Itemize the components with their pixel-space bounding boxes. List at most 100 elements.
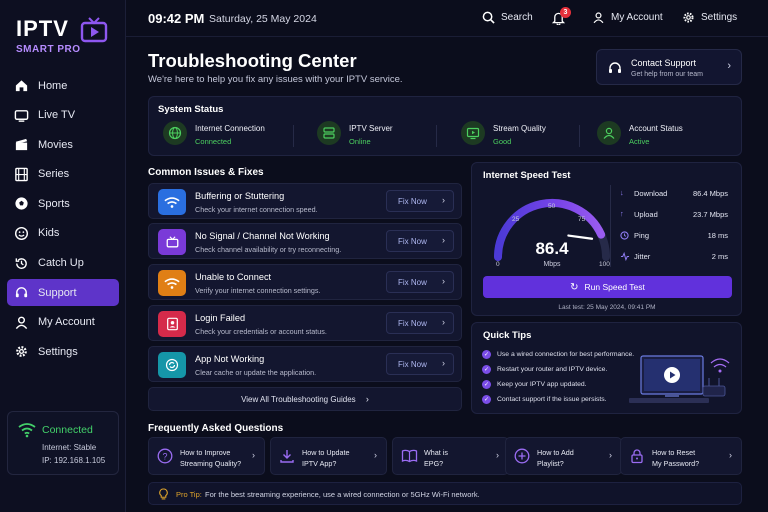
gear-icon [683,12,694,23]
speed-test-card: Internet Speed Test 0 25 50 75 100 86.4 … [471,162,742,316]
brand-logo[interactable]: IPTV SMART PRO [16,12,116,56]
brand-tagline: SMART PRO [16,44,81,55]
contact-support-button[interactable]: Contact Support Get help from our team › [596,49,742,85]
status-name: Account Status [629,124,683,133]
issue-unable-to-connect[interactable]: Unable to Connect Verify your internet c… [148,264,462,300]
view-all-guides-button[interactable]: View All Troubleshooting Guides › [148,387,462,411]
refresh-icon: ↻ [570,281,579,293]
contact-support-subtitle: Get help from our team [631,71,703,78]
fix-now-button[interactable]: Fix Now › [386,230,454,252]
quick-tips-card: Quick Tips ✓ Use a wired connection for b… [471,322,742,414]
faq-line: EPG? [424,459,444,468]
speed-gauge: 0 25 50 75 100 86.4 Mbps [494,198,610,268]
sidebar-item-label: Movies [38,138,73,151]
sidebar-nav: Home Live TV Movies Series Sports Kids C… [7,72,119,368]
faq-item-streaming-quality[interactable]: ? How to Improve Streaming Quality? › [148,437,265,475]
arrow-up-icon: ↑ [620,209,624,218]
faq-line: What is [424,448,448,457]
sidebar-item-live-tv[interactable]: Live TV [7,102,119,129]
faq-item-reset-password[interactable]: How to Reset My Password? › [620,437,742,475]
search-button[interactable]: Search [482,11,533,24]
issue-buffering[interactable]: Buffering or Stuttering Check your inter… [148,183,462,219]
pro-tip-text: For the best streaming experience, use a… [205,490,480,499]
chevron-right-icon: › [442,195,445,205]
fix-now-button[interactable]: Fix Now › [386,271,454,293]
gauge-tick-label: 25 [512,216,520,223]
divider [579,125,580,147]
check-icon: ✓ [482,365,491,374]
check-icon: ✓ [482,350,491,359]
faq-item-what-is-epg[interactable]: What is EPG? › [392,437,509,475]
metric-label: Ping [634,231,650,240]
fix-now-button[interactable]: Fix Now › [386,312,454,334]
connection-status-panel: Connected Internet: Stable IP: 192.168.1… [7,411,119,475]
chevron-right-icon: › [442,358,445,368]
status-value: Online [349,137,371,146]
metric-label: Upload [634,210,658,219]
sidebar-item-sports[interactable]: Sports [7,190,119,217]
sidebar: IPTV SMART PRO Home Live TV Movies Serie… [0,0,126,512]
tv-icon [14,109,29,122]
run-speed-test-label: Run Speed Test [584,282,645,292]
settings-button[interactable]: Settings [682,11,737,24]
sidebar-item-series[interactable]: Series [7,161,119,188]
lightbulb-icon [159,488,168,500]
refresh-icon [158,352,186,378]
plus-circle-icon [514,448,530,464]
brand-name: IPTV [16,16,69,41]
issue-description: Check your credentials or account status… [195,327,327,336]
speed-value: 86.4 [535,239,569,258]
status-value: Connected [195,137,232,146]
metric-value: 23.7 Mbps [692,210,728,219]
sidebar-item-settings[interactable]: Settings [7,338,119,365]
chevron-right-icon: › [365,394,369,404]
gear-icon [16,346,27,358]
issue-no-signal[interactable]: No Signal / Channel Not Working Check ch… [148,223,462,259]
tv-router-illustration [629,355,730,403]
quick-tips-title: Quick Tips [483,330,532,341]
faq-item-update-app[interactable]: How to Update IPTV App? › [270,437,387,475]
metric-value: 2 ms [711,252,728,261]
account-button[interactable]: My Account [592,11,663,24]
fix-now-button[interactable]: Fix Now › [386,190,454,212]
status-value: Active [629,137,650,146]
run-speed-test-button[interactable]: ↻ Run Speed Test [483,276,732,298]
metric-label: Jitter [634,252,651,261]
sidebar-item-label: Settings [38,345,78,358]
page-subtitle: We're here to help you fix any issues wi… [148,74,403,85]
fix-now-button[interactable]: Fix Now › [386,353,454,375]
download-icon [280,450,294,463]
sidebar-item-support[interactable]: Support [7,279,119,307]
chevron-right-icon: › [442,317,445,327]
question-icon: ? [157,448,173,464]
sidebar-item-kids[interactable]: Kids [7,220,119,247]
fix-now-label: Fix Now [398,236,427,246]
sidebar-item-catch-up[interactable]: Catch Up [7,250,119,277]
clapperboard-icon [15,139,28,151]
metric-upload: ↑ Upload 23.7 Mbps [620,209,728,230]
faq-text: How to Improve Streaming Quality? [180,447,241,469]
sidebar-item-my-account[interactable]: My Account [7,309,119,336]
faq-line: How to Reset [652,448,696,457]
issue-login-failed[interactable]: Login Failed Check your credentials or a… [148,305,462,341]
sidebar-item-home[interactable]: Home [7,72,119,99]
check-icon: ✓ [482,380,491,389]
faq-line: How to Improve [180,448,231,457]
issue-app-not-working[interactable]: App Not Working Clear cache or update th… [148,346,462,382]
connection-title: Connected [42,424,93,436]
gauge-tick-label: 100 [599,261,610,268]
user-card-icon [158,311,186,337]
metric-jitter: Jitter 2 ms [620,252,728,272]
chevron-right-icon: › [727,60,731,72]
metric-download: ↓ Download 86.4 Mbps [620,188,728,209]
history-icon [15,257,27,269]
sidebar-item-label: Home [38,79,68,92]
sidebar-item-label: Support [38,286,77,299]
sidebar-item-movies[interactable]: Movies [7,131,119,158]
view-all-label: View All Troubleshooting Guides [241,395,356,404]
issue-description: Check channel availability or try reconn… [195,245,342,254]
server-icon [317,121,341,145]
faq-item-add-playlist[interactable]: How to Add Playlist? › [505,437,622,475]
search-icon [482,11,495,24]
faq-line: How to Add [537,448,574,457]
